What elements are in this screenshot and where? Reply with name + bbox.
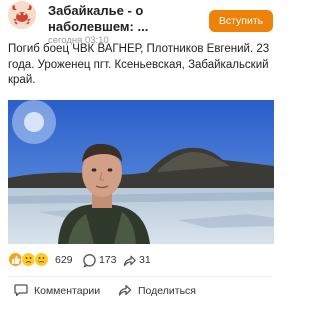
group-logo-icon <box>8 1 36 29</box>
reactions-count[interactable]: 629 <box>55 254 73 267</box>
share-action-button[interactable]: Поделиться <box>118 282 218 300</box>
divider <box>8 276 272 277</box>
group-name-link[interactable]: Забайкалье - о наболевшем: ... <box>48 3 198 35</box>
comments-action-button[interactable]: Комментарии <box>14 282 114 300</box>
comment-icon[interactable] <box>82 253 97 268</box>
share-arrow-icon[interactable] <box>122 253 137 268</box>
shares-count[interactable]: 31 <box>139 254 151 267</box>
comments-action-label: Комментарии <box>34 285 101 297</box>
share-action-label: Поделиться <box>138 285 196 297</box>
join-group-button[interactable]: Вступить <box>209 10 273 32</box>
post-photo[interactable] <box>8 100 274 244</box>
cry-reaction-icon[interactable] <box>34 252 49 267</box>
group-avatar[interactable] <box>8 1 36 29</box>
selfie-photo-icon <box>8 100 274 244</box>
comments-count[interactable]: 173 <box>99 254 117 267</box>
post-header: Забайкалье - о наболевшем: ... сегодня 0… <box>0 0 280 46</box>
post-text: Погиб боец ЧВК ВАГНЕР, Плотников Евгений… <box>8 43 270 86</box>
share-arrow-icon <box>118 284 132 296</box>
comment-icon <box>14 284 28 297</box>
